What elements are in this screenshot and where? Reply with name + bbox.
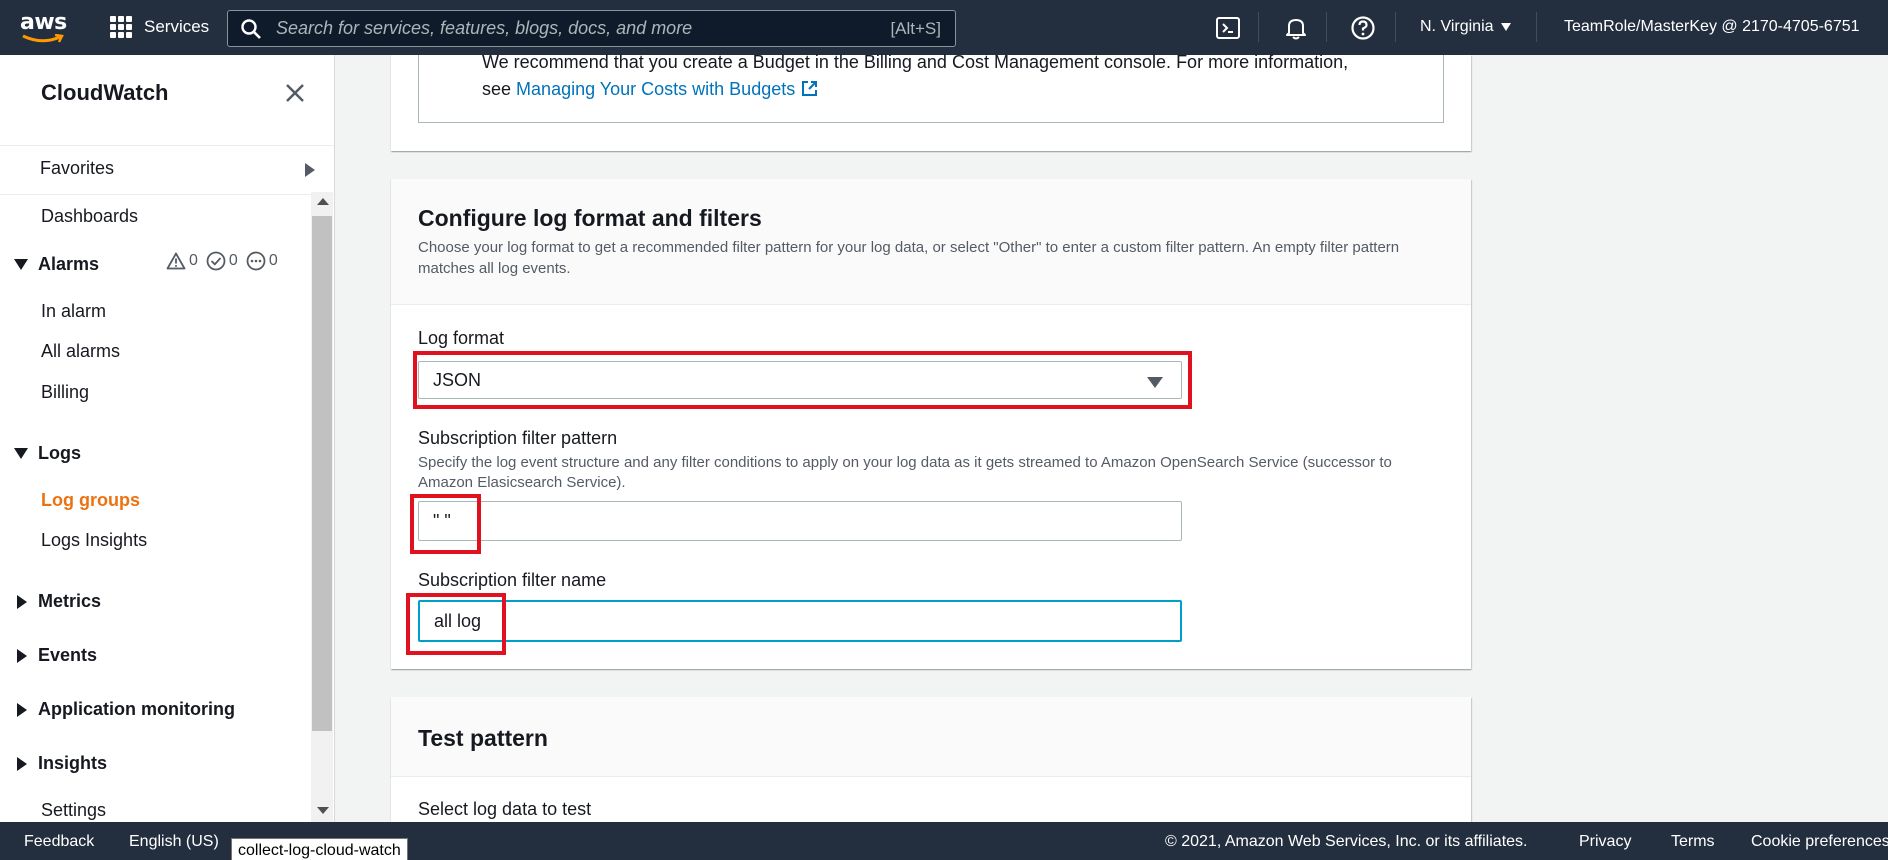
aws-logo[interactable]: aws <box>20 10 68 44</box>
caret-down-icon <box>1500 23 1511 31</box>
feedback-link[interactable]: Feedback <box>24 833 94 851</box>
sidebar-scrollbar-thumb[interactable] <box>312 216 332 731</box>
caret-right-icon <box>17 648 27 663</box>
caret-right-icon <box>17 702 27 717</box>
test-pattern-title: Test pattern <box>418 725 548 751</box>
budget-notice-box: We recommend that you create a Budget in… <box>418 52 1444 123</box>
services-label: Services <box>144 17 210 36</box>
region-selector[interactable]: N. Virginia <box>1420 18 1512 36</box>
filter-pattern-label: Subscription filter pattern <box>418 428 618 448</box>
browser-tooltip: collect-log-cloud-watch <box>231 838 408 860</box>
sidebar-item-all-alarms[interactable]: All alarms <box>41 341 120 362</box>
sidebar-section-alarms[interactable]: Alarms <box>14 254 99 275</box>
sidebar-section-metrics[interactable]: Metrics <box>14 591 101 612</box>
ellipsis-circle-icon <box>246 251 266 271</box>
filter-name-label: Subscription filter name <box>418 570 607 590</box>
nav-divider <box>1395 12 1396 42</box>
global-search[interactable]: [Alt+S] <box>227 10 956 47</box>
panel-header: Configure log format and filters Choose … <box>391 179 1471 305</box>
caret-down-icon <box>1147 377 1163 388</box>
test-pattern-panel: Test pattern Select log data to test <box>391 697 1471 827</box>
metrics-label: Metrics <box>38 591 102 611</box>
caret-right-icon <box>305 163 315 177</box>
search-input[interactable] <box>262 18 891 39</box>
warning-icon <box>166 252 186 270</box>
sidebar-item-logs-insights[interactable]: Logs Insights <box>41 530 147 551</box>
alarms-label: Alarms <box>38 254 100 274</box>
sidebar-section-application-monitoring[interactable]: Application monitoring <box>14 699 235 720</box>
select-log-data-label: Select log data to test <box>418 799 592 819</box>
ok-count[interactable]: 0 <box>206 251 238 271</box>
sidebar: CloudWatch Favorites Dashboards Alarms 0… <box>0 55 335 822</box>
help-icon[interactable] <box>1350 15 1376 41</box>
favorites-label: Favorites <box>40 158 115 178</box>
aws-smile-icon <box>22 34 64 43</box>
sidebar-title: CloudWatch <box>41 80 169 105</box>
caret-right-icon <box>17 594 27 609</box>
caret-right-icon <box>17 756 27 771</box>
filter-name-input[interactable] <box>418 600 1182 642</box>
sidebar-section-logs[interactable]: Logs <box>14 443 81 464</box>
in-alarm-count[interactable]: 0 <box>166 252 198 270</box>
budget-notice-text: We recommend that you create a Budget in… <box>482 52 1349 99</box>
language-selector[interactable]: English (US) <box>129 833 219 851</box>
filter-pattern-description: Specify the log event structure and any … <box>418 454 1392 491</box>
aws-logo-text: aws <box>20 10 67 35</box>
search-shortcut-hint: [Alt+S] <box>890 18 941 38</box>
insufficient-data-count[interactable]: 0 <box>246 251 278 271</box>
check-circle-icon <box>206 251 226 271</box>
sidebar-item-log-groups[interactable]: Log groups <box>41 490 140 511</box>
application-monitoring-label: Application monitoring <box>38 699 235 719</box>
events-label: Events <box>38 645 98 665</box>
budget-notice-panel: We recommend that you create a Budget in… <box>391 52 1471 151</box>
nav-divider <box>1258 12 1259 42</box>
cloudshell-icon[interactable] <box>1215 15 1241 41</box>
external-link-icon[interactable] <box>801 80 818 97</box>
scroll-down-arrow-icon[interactable] <box>317 807 329 814</box>
log-format-label: Log format <box>418 328 505 348</box>
logs-label: Logs <box>38 443 81 463</box>
sidebar-item-dashboards[interactable]: Dashboards <box>41 206 138 227</box>
sidebar-section-insights[interactable]: Insights <box>14 753 107 774</box>
configure-log-format-panel: Configure log format and filters Choose … <box>391 179 1471 669</box>
insights-label: Insights <box>38 753 108 773</box>
panel-header: Test pattern <box>391 697 1471 777</box>
filter-pattern-input[interactable] <box>418 501 1182 541</box>
budgets-link[interactable]: Managing Your Costs with Budgets <box>516 79 795 99</box>
sidebar-item-in-alarm[interactable]: In alarm <box>41 301 106 322</box>
log-format-value: JSON <box>433 370 482 390</box>
nav-divider <box>1536 12 1537 42</box>
panel-title: Configure log format and filters <box>418 205 762 231</box>
terms-link[interactable]: Terms <box>1671 833 1715 851</box>
caret-down-icon <box>14 448 28 459</box>
copyright-text: © 2021, Amazon Web Services, Inc. or its… <box>1165 833 1528 850</box>
bell-icon[interactable] <box>1283 15 1309 41</box>
sidebar-section-events[interactable]: Events <box>14 645 97 666</box>
close-icon[interactable] <box>283 81 307 105</box>
alarm-counts: 0 0 0 <box>166 251 278 271</box>
top-navigation: aws Services [Alt+S] N. Virginia <box>0 0 1888 55</box>
sidebar-item-settings[interactable]: Settings <box>41 800 106 821</box>
cookie-preferences-link[interactable]: Cookie preferences <box>1751 833 1888 851</box>
region-label: N. Virginia <box>1420 18 1494 35</box>
log-format-select[interactable]: JSON <box>418 361 1182 399</box>
panel-description: Choose your log format to get a recommen… <box>418 239 1400 277</box>
sidebar-favorites[interactable]: Favorites <box>0 145 334 195</box>
account-menu[interactable]: TeamRole/MasterKey @ 2170-4705-6751 <box>1564 18 1860 36</box>
nav-divider <box>1326 12 1327 42</box>
caret-down-icon <box>14 259 28 270</box>
scroll-up-arrow-icon[interactable] <box>317 198 329 205</box>
sidebar-item-billing[interactable]: Billing <box>41 382 89 403</box>
privacy-link[interactable]: Privacy <box>1579 833 1631 851</box>
search-icon <box>241 18 261 39</box>
services-menu-button[interactable]: Services <box>110 16 209 38</box>
services-grid-icon <box>110 16 132 38</box>
